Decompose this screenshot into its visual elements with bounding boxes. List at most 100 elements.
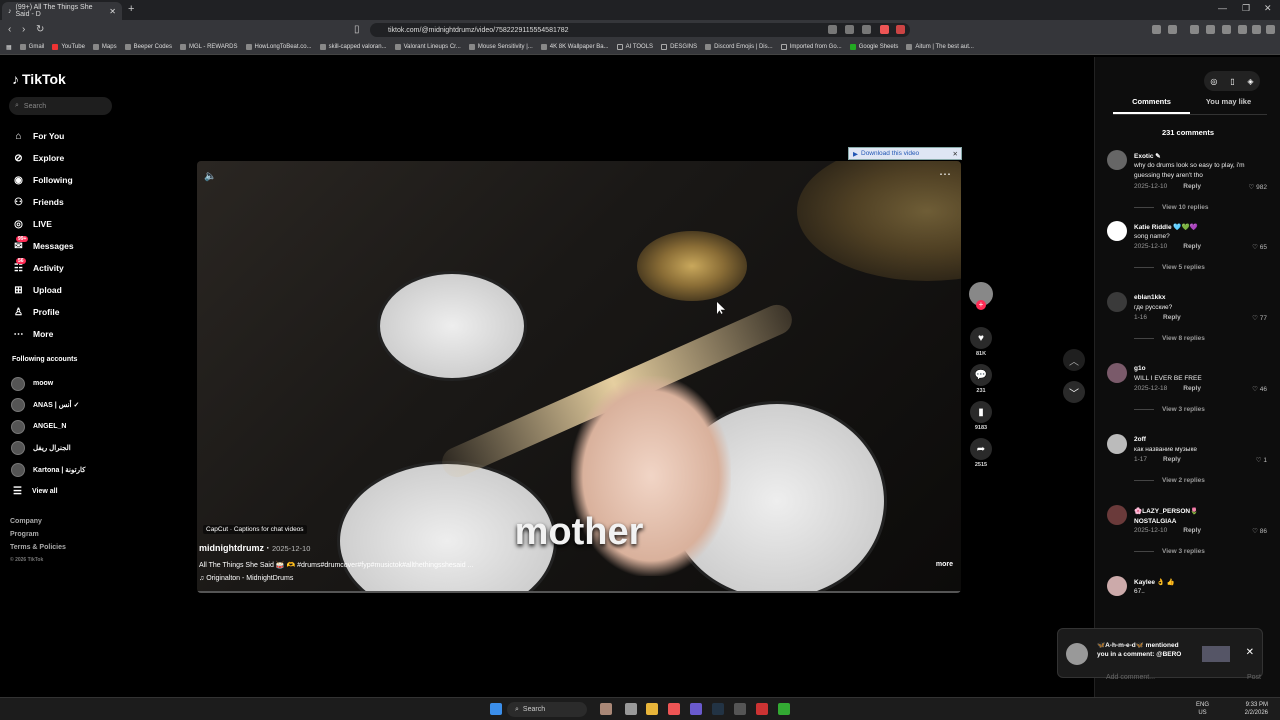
maximize-icon[interactable]: ❐: [1242, 3, 1250, 14]
comment-like[interactable]: ♡ 1: [1256, 456, 1267, 464]
bookmark[interactable]: Gmail: [19, 44, 44, 50]
browser-tab[interactable]: ♪ (99+) All The Things She Said - D ✕: [2, 2, 122, 20]
extension-icon[interactable]: [1238, 25, 1247, 34]
comment-like[interactable]: ♡ 86: [1252, 527, 1267, 535]
avatar[interactable]: [1107, 150, 1127, 170]
mention-notification[interactable]: 🦋A-h-m-e-d🦋 mentioned you in a comment: …: [1057, 628, 1263, 678]
post-button[interactable]: Post: [1247, 674, 1261, 681]
comment-author[interactable]: Kaylee 👌 👍: [1134, 578, 1175, 586]
bookmark[interactable]: Google Sheets: [849, 44, 898, 50]
volume-icon[interactable]: 🔈: [204, 171, 216, 182]
comment-like[interactable]: ♡ 77: [1252, 314, 1267, 322]
comment-author[interactable]: 🌸LAZY_PERSON🌷NOSTALGIAA: [1134, 507, 1234, 527]
nav-profile[interactable]: ♙ Profile: [12, 301, 74, 323]
add-comment-input[interactable]: Add comment...: [1106, 674, 1155, 681]
share-button[interactable]: ➦: [970, 438, 992, 460]
previous-video-button[interactable]: ︿: [1063, 349, 1085, 371]
nav-for-you[interactable]: ⌂ For You: [12, 125, 74, 147]
like-button[interactable]: ♥: [970, 327, 992, 349]
nav-live[interactable]: ◎ LIVE: [12, 213, 74, 235]
discord-icon[interactable]: [690, 703, 702, 715]
app-icon[interactable]: [778, 703, 790, 715]
steam-icon[interactable]: [712, 703, 724, 715]
media-icon[interactable]: [1190, 25, 1199, 34]
back-icon[interactable]: ‹: [8, 24, 11, 35]
view-replies[interactable]: View 5 replies: [1134, 264, 1205, 271]
video-player[interactable]: 🔈 ⋯ mother CapCut · Captions for chat vi…: [197, 161, 961, 593]
bookmark-page-icon[interactable]: ▯: [354, 24, 360, 35]
nav-explore[interactable]: ⊘ Explore: [12, 147, 74, 169]
avatar[interactable]: [1107, 292, 1127, 312]
reload-icon[interactable]: ↻: [36, 24, 44, 35]
reply-button[interactable]: Reply: [1163, 456, 1181, 463]
sidebar-icon[interactable]: [1206, 25, 1215, 34]
download-video-banner[interactable]: ▶ Download this video ✕: [848, 147, 962, 160]
task-view-icon[interactable]: [625, 703, 637, 715]
brave-shield-icon[interactable]: [880, 25, 889, 34]
menu-icon[interactable]: [1266, 25, 1275, 34]
search-input[interactable]: ⌕ Search: [9, 97, 112, 115]
more-options-icon[interactable]: ⋯: [939, 167, 951, 181]
nav-upload[interactable]: ⊞ Upload: [12, 279, 74, 301]
app-icon[interactable]: [756, 703, 768, 715]
bookmark[interactable]: Maps: [92, 44, 117, 50]
view-replies[interactable]: View 8 replies: [1134, 335, 1205, 342]
comment-author[interactable]: Katie Riddle 🩵💚💜: [1134, 223, 1198, 231]
bookmark[interactable]: MGL - REWARDS: [179, 44, 238, 50]
following-account[interactable]: الجنرال ريفل: [11, 438, 85, 460]
minimize-icon[interactable]: —: [1218, 3, 1227, 13]
widget-icon[interactable]: [600, 703, 612, 715]
comment-like[interactable]: ♡ 46: [1252, 385, 1267, 393]
avatar[interactable]: [1107, 576, 1127, 596]
comment-like[interactable]: ♡ 982: [1249, 183, 1268, 191]
apps-icon[interactable]: ▦: [6, 44, 12, 51]
taskbar-search[interactable]: ⌕ Search: [507, 702, 587, 717]
avatar[interactable]: [1107, 363, 1127, 383]
reply-button[interactable]: Reply: [1183, 385, 1201, 392]
close-banner-icon[interactable]: ✕: [953, 150, 961, 158]
comment-author[interactable]: eblan1kkx: [1134, 294, 1165, 301]
follow-plus-icon[interactable]: +: [976, 300, 986, 310]
view-replies[interactable]: View 2 replies: [1134, 477, 1205, 484]
bookmark[interactable]: Discord Emojis | Dis...: [705, 44, 773, 50]
comment-like[interactable]: ♡ 65: [1252, 243, 1267, 251]
comment-author[interactable]: 2off: [1134, 436, 1146, 443]
bookmark-folder[interactable]: Imported from Go...: [780, 44, 842, 50]
footer-program[interactable]: Program: [10, 528, 66, 541]
reply-button[interactable]: Reply: [1183, 527, 1201, 534]
nav-friends[interactable]: ⚇ Friends: [12, 191, 74, 213]
following-account[interactable]: ANGEL_N: [11, 416, 85, 438]
language-indicator[interactable]: ENG US: [1196, 701, 1209, 717]
brave-rewards-icon[interactable]: [896, 25, 905, 34]
following-account[interactable]: ANAS | أنس ✓: [11, 395, 85, 417]
avatar[interactable]: [1107, 434, 1127, 454]
bookmark[interactable]: Aitum | The best aut...: [906, 44, 974, 50]
bookmark[interactable]: Mouse Sensitivity |...: [468, 44, 533, 50]
comment-author[interactable]: g1o: [1134, 365, 1146, 372]
view-all-link[interactable]: ☰ View all: [11, 481, 85, 503]
close-tab-icon[interactable]: ✕: [109, 7, 116, 16]
reply-button[interactable]: Reply: [1163, 314, 1181, 321]
new-tab-button[interactable]: +: [128, 3, 134, 15]
bookmark-folder[interactable]: AI TOOLS: [616, 44, 653, 50]
extension-icon[interactable]: [1152, 25, 1161, 34]
video-author[interactable]: midnightdrumz · 2025-12-10: [199, 543, 310, 553]
close-window-icon[interactable]: ✕: [1264, 3, 1272, 14]
nav-more[interactable]: ⋯ More: [12, 323, 74, 345]
vpn-icon[interactable]: [1252, 25, 1261, 34]
avatar[interactable]: [1107, 221, 1127, 241]
compass-icon[interactable]: ◎: [1210, 77, 1217, 86]
nav-messages[interactable]: ✉ 99+ Messages: [12, 235, 74, 257]
brave-browser-icon[interactable]: [668, 703, 680, 715]
bookmark-folder[interactable]: DESGINS: [661, 44, 697, 50]
reply-button[interactable]: Reply: [1183, 243, 1201, 250]
following-account[interactable]: moow: [11, 373, 85, 395]
file-explorer-icon[interactable]: [646, 703, 658, 715]
footer-company[interactable]: Company: [10, 515, 66, 528]
bookmark[interactable]: Beeper Codes: [124, 44, 172, 50]
video-progress-bar[interactable]: [197, 591, 961, 593]
view-replies[interactable]: View 10 replies: [1134, 204, 1209, 211]
capcut-tag[interactable]: CapCut · Captions for chat videos: [203, 525, 307, 534]
tab-comments[interactable]: Comments: [1113, 97, 1190, 114]
tiktok-logo[interactable]: ♪ TikTok: [12, 71, 66, 87]
